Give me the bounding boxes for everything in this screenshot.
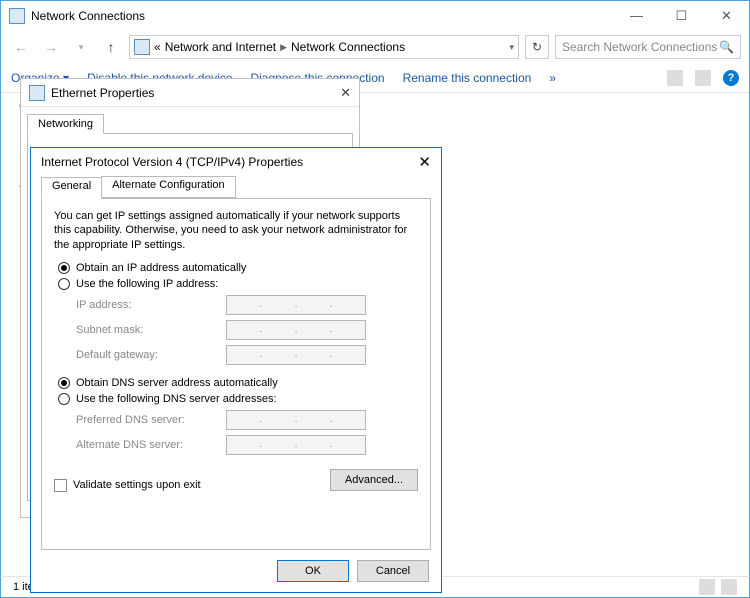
radio-ip-manual[interactable]: Use the following IP address:	[58, 278, 418, 290]
radio-ip-auto[interactable]: Obtain an IP address automatically	[58, 262, 418, 274]
ip-address-field[interactable]: ...	[226, 295, 366, 315]
breadcrumb-seg-1[interactable]: Network and Internet	[165, 40, 276, 54]
radio-dot-icon	[58, 262, 70, 274]
label-alternate-dns: Alternate DNS server:	[76, 439, 226, 451]
advanced-button[interactable]: Advanced...	[330, 469, 418, 491]
forward-button[interactable]: →	[39, 35, 63, 59]
ipv4-close-button[interactable]: ✕	[418, 153, 431, 171]
location-icon	[134, 39, 150, 55]
search-placeholder: Search Network Connections	[562, 40, 717, 54]
ethernet-close-button[interactable]: ✕	[340, 85, 351, 101]
radio-dot-icon	[58, 393, 70, 405]
radio-dns-manual[interactable]: Use the following DNS server addresses:	[58, 393, 418, 405]
label-preferred-dns: Preferred DNS server:	[76, 414, 226, 426]
icons-view-button[interactable]	[721, 579, 737, 595]
subnet-mask-field[interactable]: ...	[226, 320, 366, 340]
ethernet-icon	[29, 85, 45, 101]
validate-checkbox[interactable]: Validate settings upon exit	[54, 479, 201, 492]
label-ip-address: IP address:	[76, 299, 226, 311]
general-panel: You can get IP settings assigned automat…	[41, 198, 431, 550]
ipv4-description: You can get IP settings assigned automat…	[54, 209, 418, 252]
ok-button[interactable]: OK	[277, 560, 349, 582]
help-icon[interactable]: ?	[723, 70, 739, 86]
breadcrumb[interactable]: « Network and Internet ▶ Network Connect…	[129, 35, 519, 59]
overflow-menu[interactable]: »	[549, 71, 556, 85]
radio-dns-auto[interactable]: Obtain DNS server address automatically	[58, 377, 418, 389]
tab-alternate-config[interactable]: Alternate Configuration	[101, 176, 236, 198]
tab-general[interactable]: General	[41, 177, 102, 199]
preview-pane-button[interactable]	[695, 70, 711, 86]
refresh-button[interactable]: ↻	[525, 35, 549, 59]
breadcrumb-seg-2[interactable]: Network Connections	[291, 40, 405, 54]
alternate-dns-field[interactable]: ...	[226, 435, 366, 455]
label-default-gateway: Default gateway:	[76, 349, 226, 361]
ipv4-properties-dialog: Internet Protocol Version 4 (TCP/IPv4) P…	[30, 147, 442, 593]
search-icon: 🔍	[719, 40, 734, 54]
checkbox-icon	[54, 479, 67, 492]
window-title: Network Connections	[31, 9, 145, 23]
label-subnet-mask: Subnet mask:	[76, 324, 226, 336]
radio-dot-icon	[58, 278, 70, 290]
maximize-button[interactable]: ☐	[659, 2, 704, 30]
radio-dot-icon	[58, 377, 70, 389]
search-input[interactable]: Search Network Connections 🔍	[555, 35, 741, 59]
cancel-button[interactable]: Cancel	[357, 560, 429, 582]
preferred-dns-field[interactable]: ...	[226, 410, 366, 430]
details-view-button[interactable]	[699, 579, 715, 595]
app-icon	[9, 8, 25, 24]
rename-button[interactable]: Rename this connection	[403, 71, 532, 85]
ethernet-dialog-title: Ethernet Properties	[51, 86, 154, 100]
up-button[interactable]: ↑	[99, 35, 123, 59]
default-gateway-field[interactable]: ...	[226, 345, 366, 365]
chevron-right-icon: ▶	[280, 42, 287, 53]
titlebar: Network Connections — ☐ ✕	[1, 1, 749, 31]
address-bar: ← → ▾ ↑ « Network and Internet ▶ Network…	[1, 31, 749, 63]
minimize-button[interactable]: —	[614, 2, 659, 30]
breadcrumb-dropdown[interactable]: ▾	[509, 42, 514, 53]
breadcrumb-prefix: «	[154, 40, 161, 54]
view-options-button[interactable]	[667, 70, 683, 86]
close-button[interactable]: ✕	[704, 2, 749, 30]
ipv4-dialog-title: Internet Protocol Version 4 (TCP/IPv4) P…	[41, 155, 303, 169]
tab-networking[interactable]: Networking	[27, 114, 104, 134]
recent-dropdown[interactable]: ▾	[69, 35, 93, 59]
back-button[interactable]: ←	[9, 35, 33, 59]
